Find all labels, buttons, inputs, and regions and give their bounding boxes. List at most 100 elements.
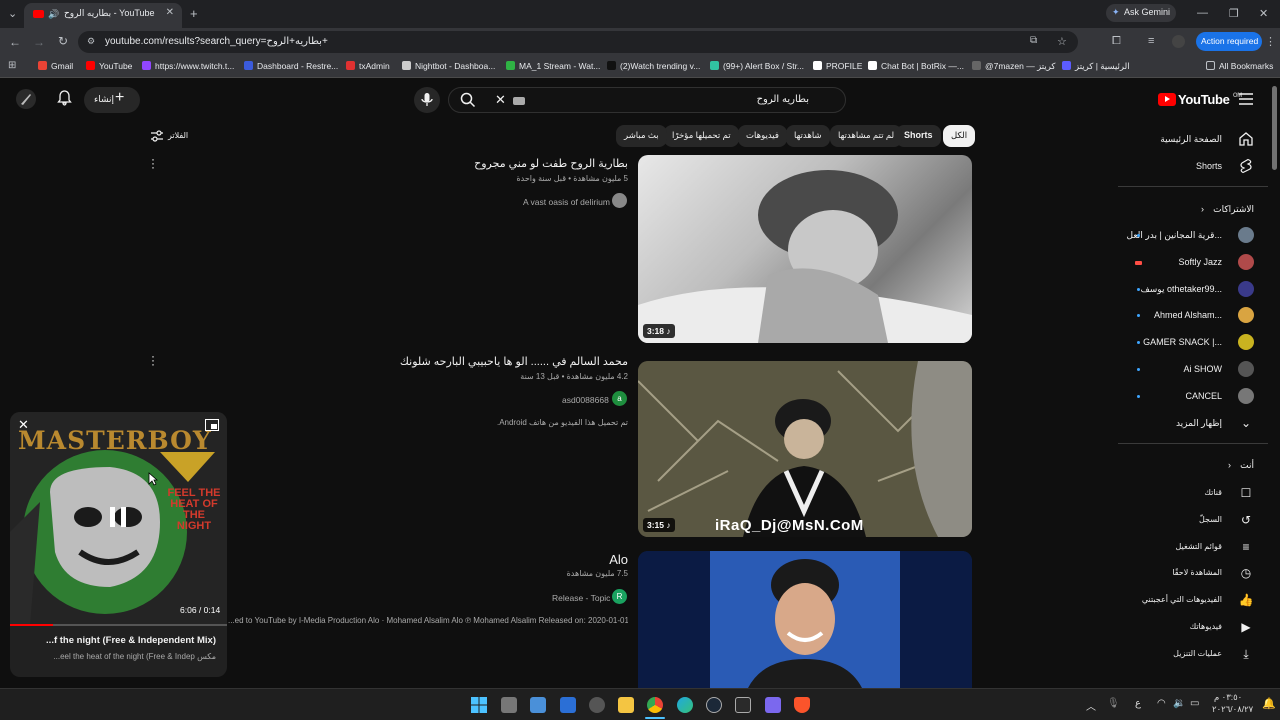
keyboard-language[interactable]: ع [1135, 698, 1141, 709]
chrome-icon[interactable] [647, 697, 663, 713]
close-miniplayer-icon[interactable]: ✕ [18, 417, 29, 433]
sidebar-you-item[interactable]: الفيديوهات التي أعجبتني [1142, 595, 1222, 604]
search-icon[interactable] [460, 92, 476, 113]
scrollbar-thumb[interactable] [1272, 86, 1277, 170]
subscriptions-header[interactable]: الاشتراكات [1213, 204, 1254, 215]
ask-gemini-button[interactable]: ✦ Ask Gemini [1106, 4, 1176, 22]
sidebar-subscription-item[interactable]: يوسف othetaker99... [1140, 284, 1222, 295]
sidebar-you-item[interactable]: المشاهدة لاحقًا [1172, 568, 1222, 577]
bookmark-item[interactable]: (99+) Alert Box / Str... [710, 61, 804, 71]
sidebar-subscription-item[interactable]: قرية المجانين | بدر العل... [1127, 230, 1223, 241]
wifi-icon[interactable]: ◠ [1157, 698, 1166, 709]
sidebar-you-item[interactable]: عمليات التنزيل [1173, 649, 1222, 658]
settings-icon[interactable] [589, 697, 605, 713]
sidebar-you-item[interactable]: السجلّ [1199, 515, 1222, 524]
site-info-icon[interactable]: ⚙ [87, 36, 95, 47]
sidebar-item-home[interactable]: الصفحة الرئيسية [1160, 134, 1222, 145]
result-thumbnail[interactable] [638, 551, 972, 688]
home-icon[interactable] [1238, 131, 1254, 147]
miniplayer[interactable]: MASTERBOY FEEL THE HEAT OF THE NIGHT ✕ 6… [10, 412, 227, 677]
sidebar-subscription-item[interactable]: Ai SHOW [1183, 364, 1222, 374]
chip-watched[interactable]: شاهدتها [786, 125, 830, 147]
clock-date[interactable]: ٢٠٢٦/٠٨/٢٧ [1212, 704, 1253, 715]
bookmark-item[interactable]: https://www.twitch.t... [142, 61, 234, 71]
all-bookmarks-button[interactable]: All Bookmarks [1206, 61, 1273, 71]
profile-avatar[interactable] [1172, 35, 1185, 48]
tray-overflow-icon[interactable]: ︿ [1086, 698, 1096, 713]
downloads-icon[interactable]: ⤓ [1238, 646, 1254, 662]
subscription-avatar[interactable] [1238, 361, 1254, 377]
chip-unwatched[interactable]: لم تتم مشاهدتها [830, 125, 903, 147]
sidebar-you-item[interactable]: قوائم التشغيل [1176, 542, 1223, 551]
chip-live[interactable]: بث مباشر [616, 125, 667, 147]
bookmark-item[interactable]: PROFILE [813, 61, 862, 71]
miniplayer-progress-track[interactable] [10, 624, 227, 626]
filters-label[interactable]: الفلاتر [168, 131, 188, 140]
bookmark-item[interactable]: Nightbot - Dashboa... [402, 61, 495, 71]
sidebar-subscription-item[interactable]: GAMER SNACK |... [1143, 337, 1222, 347]
forward-arrow-icon[interactable]: → [33, 35, 45, 49]
subscription-avatar[interactable] [1238, 253, 1254, 270]
tab-search-icon[interactable]: ⌄ [8, 7, 17, 20]
subscription-avatar[interactable] [1238, 307, 1254, 324]
bookmark-item[interactable]: txAdmin [346, 61, 390, 71]
sidebar-subscription-item[interactable]: Ahmed Alsham... [1154, 310, 1222, 320]
chip-shorts[interactable]: Shorts [896, 125, 941, 147]
back-arrow-icon[interactable]: ← [9, 35, 21, 49]
you-header[interactable]: أنت [1240, 460, 1254, 471]
bookmark-item[interactable]: الرئيسية | كريتز [1062, 61, 1130, 72]
subscription-avatar[interactable] [1238, 227, 1254, 243]
install-app-icon[interactable]: ⧉ [1030, 35, 1037, 46]
browser-tab[interactable]: 🔊 YouTube - بطاريه الروح ✕ [24, 3, 182, 28]
restore-window-icon[interactable]: ❐ [1229, 7, 1239, 20]
more-actions-icon[interactable]: · · · [150, 153, 156, 173]
task-view-icon[interactable] [501, 697, 517, 713]
sidebar-subscription-item[interactable]: CANCEL [1185, 391, 1222, 401]
address-bar[interactable]: ⚙ youtube.com/results?search_query=بطاري… [78, 31, 1078, 53]
search-box[interactable]: ✕ بطاريه الروح [448, 87, 846, 113]
miniplayer-title[interactable]: ...f the night (Free & Independent Mix) [46, 635, 216, 646]
sidebar-you-item[interactable]: فيديوهاتك [1190, 622, 1222, 631]
edge-icon[interactable] [677, 697, 693, 713]
channel-avatar[interactable] [612, 193, 627, 208]
bookmark-item[interactable]: YouTube [86, 61, 132, 71]
result-title[interactable]: بطارية الروح طفت لو مني مجروح [474, 157, 628, 170]
app-icon[interactable] [560, 697, 576, 713]
bookmark-star-icon[interactable]: ☆ [1057, 35, 1067, 48]
chip-all[interactable]: الكل [943, 125, 976, 147]
subscription-avatar[interactable] [1238, 280, 1254, 297]
reading-list-icon[interactable]: ≡ [1148, 35, 1154, 47]
gaming-app-icon[interactable] [765, 697, 781, 713]
channel-avatar[interactable]: R [612, 589, 627, 604]
pause-icon[interactable] [108, 506, 128, 533]
more-menu-icon[interactable]: ⋮ [1265, 35, 1276, 48]
more-actions-icon[interactable]: · · · [150, 350, 156, 370]
extensions-icon[interactable]: ⧠ [1112, 35, 1121, 48]
result-thumbnail[interactable]: 3:18 ♪ [638, 155, 972, 343]
chip-videos[interactable]: فيديوهات [738, 125, 787, 147]
create-button[interactable]: إنشاء + [84, 87, 140, 113]
minimize-window-icon[interactable]: — [1197, 7, 1208, 19]
microphone-icon[interactable]: 🎙 [1107, 698, 1120, 709]
search-input[interactable]: بطاريه الروح [757, 94, 809, 105]
keyboard-icon[interactable] [513, 97, 525, 105]
close-window-icon[interactable]: ✕ [1259, 7, 1268, 20]
notification-center-icon[interactable]: 🔔 [1262, 697, 1276, 710]
shorts-icon[interactable] [1238, 158, 1254, 174]
brave-icon[interactable] [794, 697, 810, 713]
bookmark-item[interactable]: @7mazen — كريتز [972, 61, 1055, 72]
result-title[interactable]: محمد السالم في ...... الو ها ياحبيبي الب… [400, 355, 628, 368]
channel-name[interactable]: asd0088668 [562, 395, 609, 405]
channel-avatar[interactable]: a [612, 391, 627, 406]
youtube-logo[interactable]: YouTube OM [1158, 92, 1242, 107]
close-tab-icon[interactable]: ✕ [166, 7, 174, 18]
result-title[interactable]: Alo [609, 552, 628, 567]
bookmark-item[interactable]: MA_1 Stream - Wat... [506, 61, 600, 71]
reload-icon[interactable]: ↻ [58, 34, 68, 48]
bookmark-item[interactable]: Chat Bot | BotRix —... [868, 61, 964, 71]
voice-search-button[interactable] [414, 87, 440, 113]
sidebar-you-item[interactable]: قناتك [1204, 488, 1222, 497]
bookmark-item[interactable]: Dashboard - Restre... [244, 61, 338, 71]
apps-grid-icon[interactable]: ⊞ [8, 60, 16, 71]
channel-name[interactable]: A vast oasis of delirium [523, 197, 610, 207]
